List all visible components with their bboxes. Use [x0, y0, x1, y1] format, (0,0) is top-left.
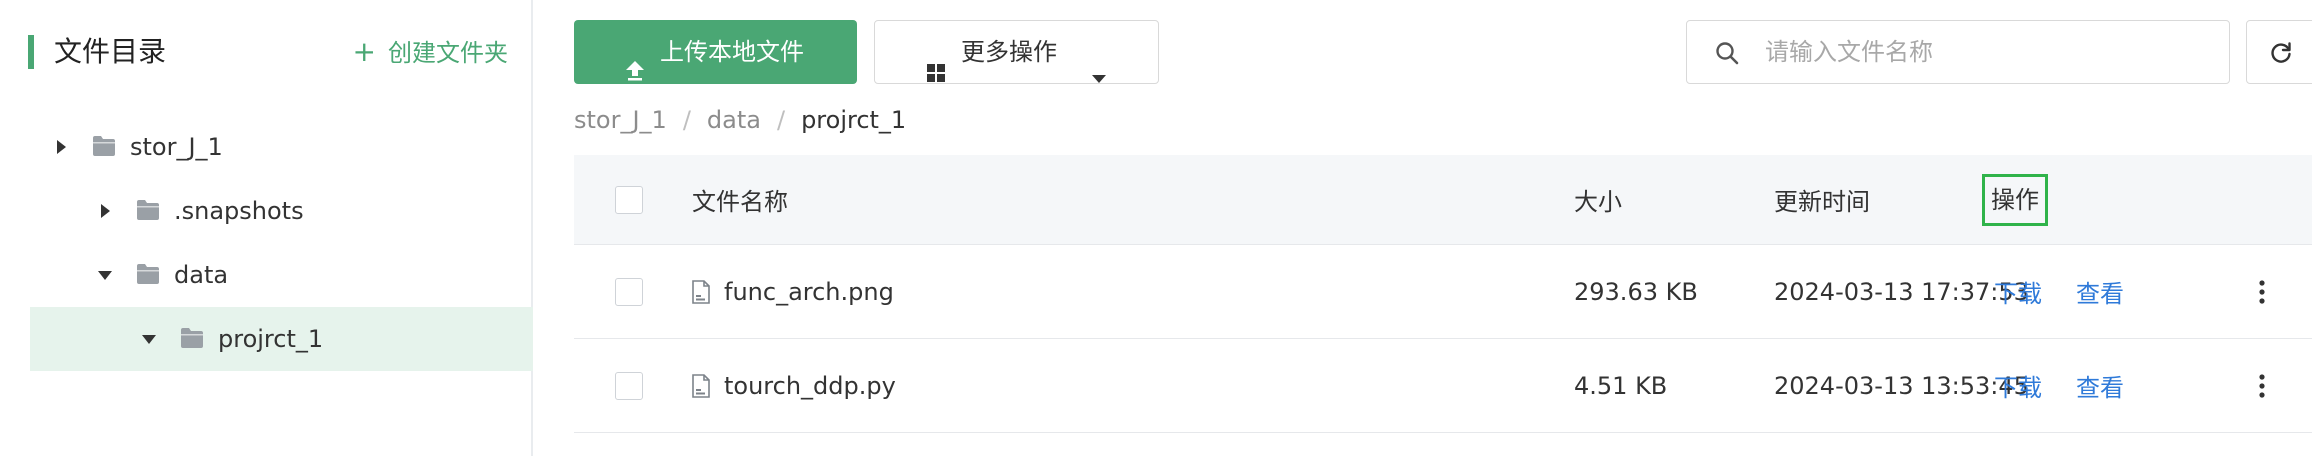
folder-icon	[92, 135, 116, 157]
tree-item-data[interactable]: data	[30, 243, 533, 307]
folder-icon	[136, 263, 160, 285]
row-actions: 下载 查看	[1994, 339, 2158, 432]
table-header-row: 文件名称 大小 更新时间 操作	[574, 155, 2312, 245]
file-name-cell: tourch_ddp.py	[692, 339, 896, 432]
file-updated-time: 2024-03-13 13:53:45	[1774, 371, 2029, 400]
column-header-name[interactable]: 文件名称	[692, 155, 788, 244]
file-directory-sidebar: 文件目录 + 创建文件夹 stor_J_1 .snapshots data pr…	[0, 0, 533, 456]
file-list-panel: 上传本地文件 更多操作 stor_J_1 / data / projrct_1 文件名称…	[574, 0, 2312, 456]
column-header-size[interactable]: 大小	[1574, 155, 1622, 244]
sidebar-accent-bar	[28, 35, 34, 69]
column-header-updated[interactable]: 更新时间	[1774, 155, 1870, 244]
download-link[interactable]: 下载	[1994, 274, 2042, 309]
breadcrumb: stor_J_1 / data / projrct_1	[574, 100, 906, 140]
file-name[interactable]: tourch_ddp.py	[724, 372, 896, 400]
file-updated-time: 2024-03-13 17:37:53	[1774, 277, 2029, 306]
refresh-icon	[2269, 41, 2293, 65]
upload-button-label: 上传本地文件	[660, 38, 804, 66]
breadcrumb-separator: /	[776, 106, 786, 134]
refresh-button[interactable]	[2246, 20, 2312, 84]
chevron-down-icon	[1091, 46, 1107, 83]
tree-item-label: .snapshots	[174, 197, 304, 225]
search-icon	[1715, 41, 1739, 65]
more-options-icon[interactable]	[2252, 245, 2272, 338]
file-name[interactable]: func_arch.png	[724, 278, 894, 306]
column-header-ops: 操作	[1982, 173, 2048, 226]
download-link[interactable]: 下载	[1994, 368, 2042, 403]
breadcrumb-item[interactable]: stor_J_1	[574, 106, 667, 134]
folder-icon	[180, 327, 204, 349]
file-table: 文件名称 大小 更新时间 操作 func_arch.png 293.63 KB …	[574, 155, 2312, 433]
tree-item-projrct-1[interactable]: projrct_1	[30, 307, 533, 371]
breadcrumb-item[interactable]: data	[707, 106, 761, 134]
tree-item-stor-j-1[interactable]: stor_J_1	[30, 115, 533, 179]
tree-item-label: projrct_1	[218, 325, 324, 353]
more-actions-label: 更多操作	[961, 38, 1057, 66]
file-icon	[692, 279, 710, 304]
column-header-ops-cell: 操作	[1982, 155, 2048, 244]
sidebar-header: 文件目录 + 创建文件夹	[28, 32, 508, 72]
caret-down-icon[interactable]	[96, 266, 114, 284]
row-checkbox[interactable]	[615, 277, 643, 306]
file-size: 293.63 KB	[1574, 277, 1698, 306]
caret-right-icon[interactable]	[96, 202, 114, 220]
create-folder-label: 创建文件夹	[388, 39, 508, 67]
select-all-cell	[615, 155, 643, 244]
tree-item-snapshots[interactable]: .snapshots	[30, 179, 533, 243]
upload-local-file-button[interactable]: 上传本地文件	[574, 20, 857, 84]
sidebar-title: 文件目录	[54, 35, 167, 68]
plus-icon: +	[352, 35, 376, 68]
caret-right-icon[interactable]	[52, 138, 70, 156]
search-input[interactable]	[1765, 31, 2205, 73]
table-row: func_arch.png 293.63 KB 2024-03-13 17:37…	[574, 245, 2312, 339]
table-row: tourch_ddp.py 4.51 KB 2024-03-13 13:53:4…	[574, 339, 2312, 433]
view-link[interactable]: 查看	[2076, 368, 2124, 403]
grid-icon	[927, 43, 945, 82]
file-name-cell: func_arch.png	[692, 245, 894, 338]
more-actions-dropdown[interactable]: 更多操作	[874, 20, 1159, 84]
file-icon	[692, 373, 710, 398]
row-checkbox[interactable]	[615, 371, 643, 400]
select-all-checkbox[interactable]	[615, 185, 643, 214]
create-folder-button[interactable]: + 创建文件夹	[353, 32, 508, 73]
row-select-cell	[615, 339, 643, 432]
view-link[interactable]: 查看	[2076, 274, 2124, 309]
tree-item-label: stor_J_1	[130, 133, 223, 161]
breadcrumb-current: projrct_1	[801, 106, 907, 134]
breadcrumb-separator: /	[682, 106, 691, 134]
caret-down-icon[interactable]	[140, 330, 158, 348]
more-options-icon[interactable]	[2252, 339, 2272, 432]
row-actions: 下载 查看	[1994, 245, 2158, 338]
row-select-cell	[615, 245, 643, 338]
upload-icon	[624, 41, 646, 81]
folder-icon	[136, 199, 160, 221]
file-size: 4.51 KB	[1574, 371, 1668, 400]
file-search-box[interactable]	[1686, 20, 2230, 84]
tree-item-label: data	[174, 261, 229, 289]
